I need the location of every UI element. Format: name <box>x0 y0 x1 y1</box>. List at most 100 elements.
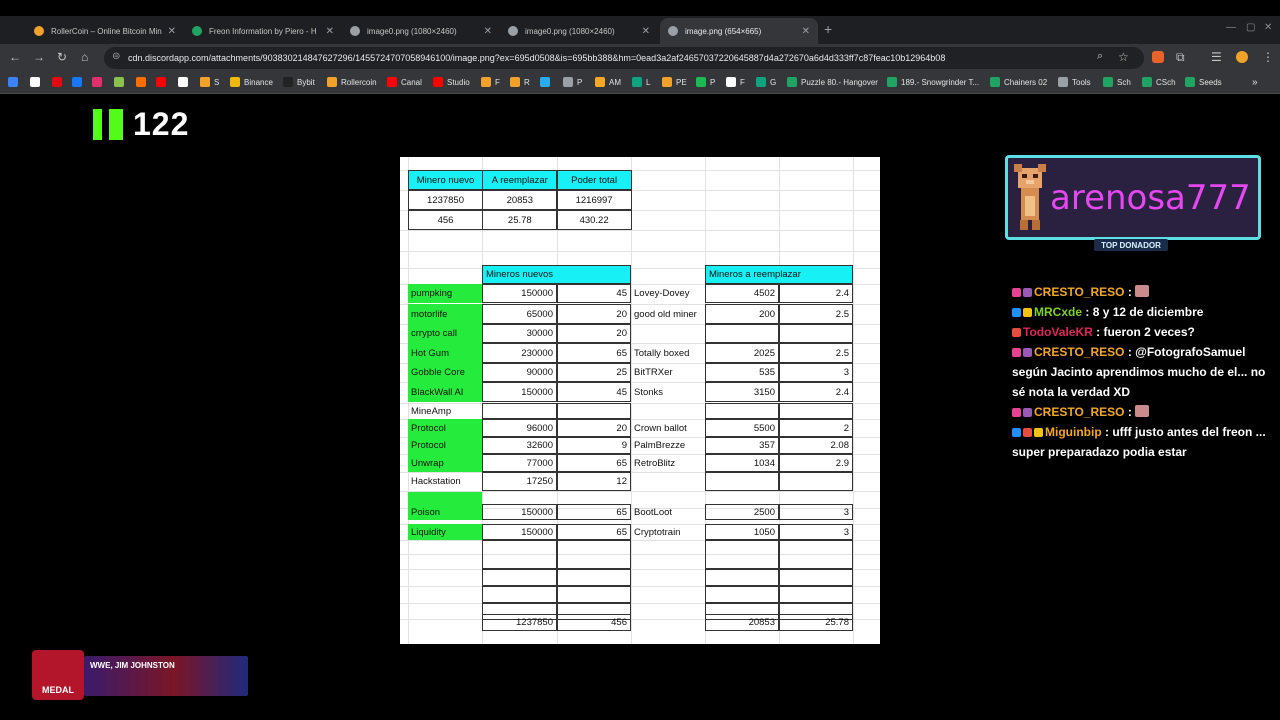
bookmark-item[interactable]: P <box>696 77 715 87</box>
summary-header: Minero nuevo <box>408 170 483 190</box>
bookmark-item[interactable]: R <box>510 77 530 87</box>
menu-kebab-icon[interactable]: ⋮ <box>1262 50 1274 64</box>
bookmark-item[interactable]: F <box>726 77 745 87</box>
extensions-puzzle-icon[interactable]: ⧉ <box>1176 50 1185 65</box>
donor-name: arenosa777 <box>1050 178 1251 218</box>
bookmark-favicon-icon <box>52 77 62 87</box>
minimize-icon[interactable]: — <box>1226 22 1236 33</box>
bookmark-item[interactable]: L <box>632 77 650 87</box>
bookmark-item[interactable] <box>52 77 66 87</box>
bookmark-item[interactable] <box>178 77 192 87</box>
bookmark-item[interactable]: Seeds <box>1185 77 1222 87</box>
bookmark-item[interactable] <box>72 77 86 87</box>
bookmark-star-icon[interactable]: ☆ <box>1118 50 1129 64</box>
replace-miner-name: Stonks <box>634 386 664 398</box>
chat-username[interactable]: CRESTO_RESO <box>1034 405 1124 419</box>
bookmark-item[interactable]: Bybit <box>283 77 315 87</box>
bookmark-item[interactable] <box>540 77 554 87</box>
back-icon[interactable]: ← <box>9 50 21 64</box>
empty-cell <box>557 540 631 569</box>
bookmark-item[interactable]: S <box>200 77 219 87</box>
bookmark-favicon-icon <box>1058 77 1068 87</box>
medal-brand: MEDAL <box>42 685 74 695</box>
bookmark-item[interactable]: Binance <box>230 77 273 87</box>
chat-badge-icon <box>1012 308 1021 317</box>
chat-username[interactable]: Miguinbip <box>1045 425 1102 439</box>
site-info-icon[interactable]: ⊜ <box>112 51 120 62</box>
new-miner-name: Gobble Core <box>408 363 482 382</box>
bookmark-item[interactable] <box>136 77 150 87</box>
browser-tab[interactable]: image0.png (1080×2460) ✕ <box>342 18 500 44</box>
bookmark-item[interactable]: Chainers 02 <box>990 77 1047 87</box>
bookmark-item[interactable] <box>92 77 106 87</box>
bookmark-item[interactable]: P <box>563 77 582 87</box>
new-miner-power: 150000 <box>482 504 557 520</box>
bookmark-favicon-icon <box>1142 77 1152 87</box>
maximize-icon[interactable]: ▢ <box>1246 22 1255 33</box>
new-miner-bonus: 45 <box>557 382 631 402</box>
bookmark-item[interactable]: Sch <box>1103 77 1131 87</box>
forward-icon[interactable]: → <box>33 50 45 64</box>
bookmark-favicon-icon <box>30 77 40 87</box>
bookmark-item[interactable] <box>156 77 170 87</box>
bookmark-favicon-icon <box>756 77 766 87</box>
url-text: cdn.discordapp.com/attachments/903830214… <box>128 53 946 63</box>
bookmark-item[interactable]: Rollercoin <box>327 77 377 87</box>
empty-cell <box>705 586 779 603</box>
browser-tab[interactable]: RollerCoin – Online Bitcoin Min ✕ <box>26 18 184 44</box>
close-icon[interactable]: ✕ <box>642 26 650 37</box>
bookmark-item[interactable] <box>30 77 44 87</box>
new-miner-name: Protocol <box>408 419 482 437</box>
close-window-icon[interactable]: ✕ <box>1264 22 1272 33</box>
globe-icon <box>668 26 678 36</box>
tab-title: image0.png (1080×2460) <box>525 26 615 36</box>
more-bookmarks-icon[interactable]: » <box>1252 77 1258 88</box>
bookmark-item[interactable]: AM <box>595 77 621 87</box>
chat-badge-icon <box>1023 428 1032 437</box>
browser-tab[interactable]: Freon Information by Piero - H ✕ <box>184 18 342 44</box>
reload-icon[interactable]: ↻ <box>57 50 67 64</box>
address-bar[interactable]: ⊜ cdn.discordapp.com/attachments/9038302… <box>104 47 1144 69</box>
bookmark-item[interactable]: F <box>481 77 500 87</box>
bookmark-item[interactable]: Tools <box>1058 77 1091 87</box>
close-icon[interactable]: ✕ <box>802 26 810 37</box>
chat-badge-icon <box>1012 328 1021 337</box>
browser-tab[interactable]: image.png (654×665) ✕ <box>660 18 818 44</box>
bookmark-favicon-icon <box>114 77 124 87</box>
extension-icon[interactable] <box>1152 51 1164 63</box>
chat-username[interactable]: TodoValeKR <box>1023 325 1093 339</box>
chat-username[interactable]: CRESTO_RESO <box>1034 345 1124 359</box>
replace-miner-power: 1034 <box>705 454 779 472</box>
close-icon[interactable]: ✕ <box>168 26 176 37</box>
bookmarks-bar: S Binance Bybit Rollercoin Canal Studio F R P AM L… <box>0 72 1280 94</box>
tab-title: Freon Information by Piero - H <box>209 26 317 36</box>
replace-miner-bonus: 2.4 <box>779 382 853 402</box>
new-miners-header: Mineros nuevos <box>482 265 631 284</box>
bookmark-item[interactable] <box>114 77 128 87</box>
bookmark-item[interactable]: Puzzle 80.- Hangover <box>787 77 878 87</box>
close-icon[interactable]: ✕ <box>484 26 492 37</box>
new-miner-name: motorlife <box>408 304 482 324</box>
new-miner-power: 90000 <box>482 363 557 382</box>
chat-message: CRESTO_RESO : @FotografoSamuel según Jac… <box>1012 342 1272 402</box>
bookmark-item[interactable] <box>8 77 22 87</box>
replace-miners-header: Mineros a reemplazar <box>705 265 853 284</box>
bookmark-item[interactable]: Canal <box>387 77 422 87</box>
bookmark-item[interactable]: 189.- Snowgrinder T... <box>887 77 979 87</box>
bookmark-item[interactable]: CSch <box>1142 77 1176 87</box>
close-icon[interactable]: ✕ <box>326 26 334 37</box>
bookmark-item[interactable]: Studio <box>433 77 470 87</box>
zoom-icon[interactable]: ⌕ <box>1097 50 1103 63</box>
bookmark-favicon-icon <box>510 77 520 87</box>
bookmark-favicon-icon <box>283 77 293 87</box>
home-icon[interactable]: ⌂ <box>81 50 88 64</box>
bookmark-item[interactable]: PE <box>662 77 687 87</box>
bookmark-item[interactable]: G <box>756 77 776 87</box>
browser-tab[interactable]: image0.png (1080×2460) ✕ <box>500 18 658 44</box>
chat-username[interactable]: MRCxde <box>1034 305 1082 319</box>
profile-avatar[interactable] <box>1236 51 1248 63</box>
tab-search-icon[interactable]: ☰ <box>1211 50 1222 64</box>
new-tab-icon[interactable]: + <box>824 21 832 37</box>
summary-cell: 456 <box>408 210 483 230</box>
chat-username[interactable]: CRESTO_RESO <box>1034 285 1124 299</box>
